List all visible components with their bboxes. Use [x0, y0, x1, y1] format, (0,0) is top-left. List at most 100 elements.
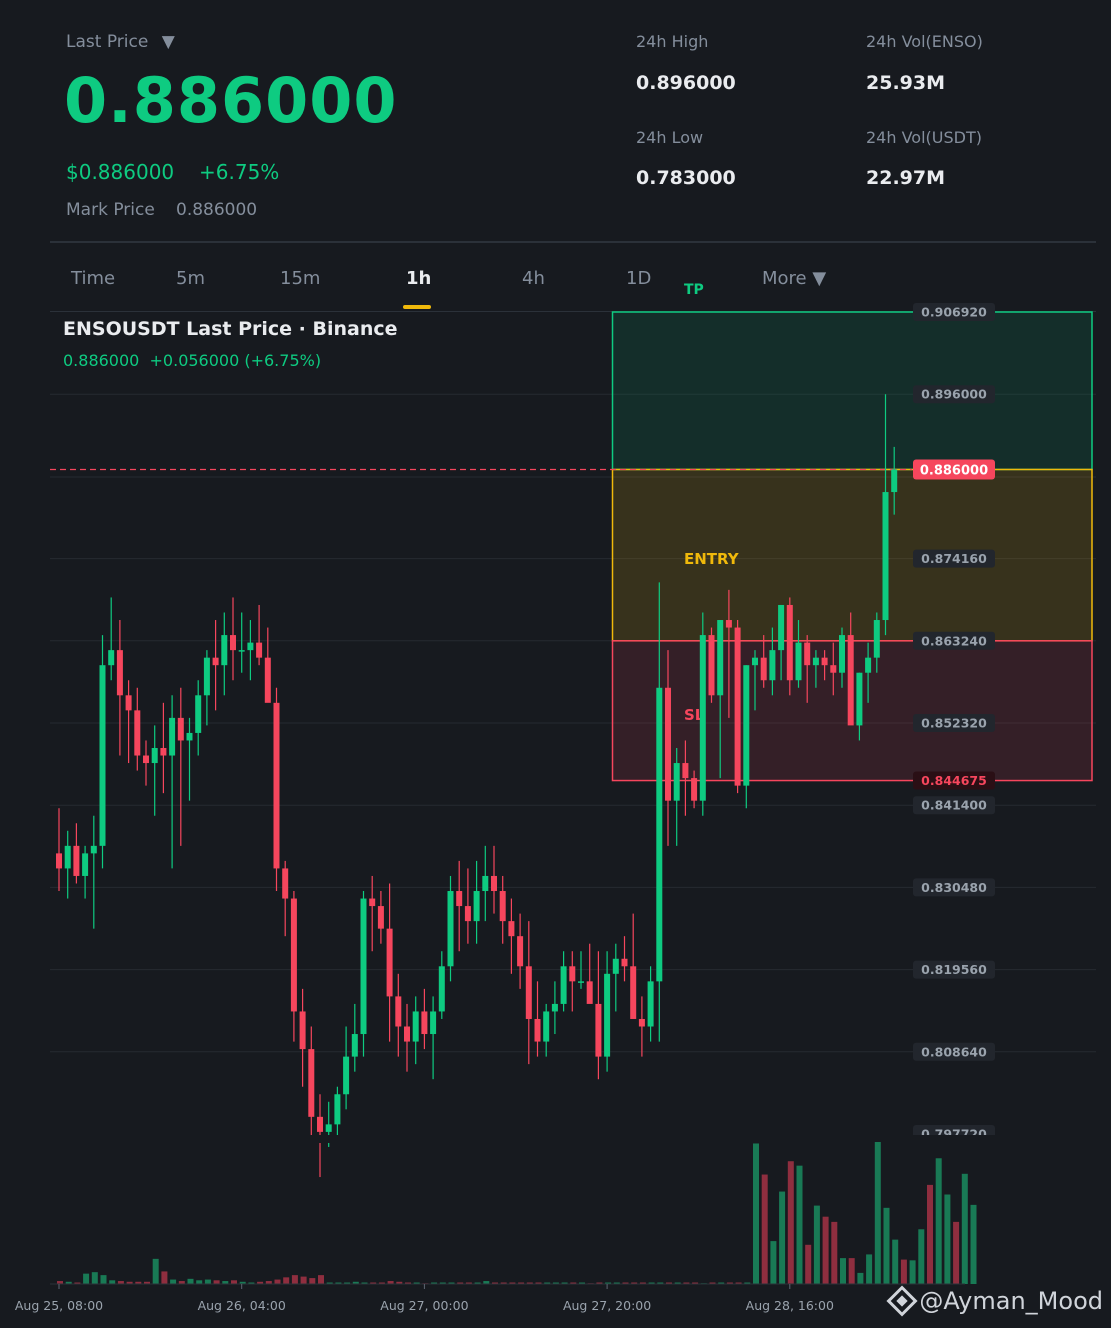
candle-body	[560, 966, 567, 1004]
candle-body	[499, 891, 506, 922]
volume-bar	[822, 1216, 829, 1284]
candle-body	[517, 936, 524, 967]
volume-bar	[100, 1275, 107, 1284]
candle-body	[882, 492, 889, 621]
candle-body	[325, 1124, 332, 1132]
candle-body	[447, 891, 454, 967]
volume-bar	[161, 1271, 168, 1284]
volume-bar	[796, 1165, 803, 1284]
candle-body	[578, 981, 584, 983]
watermark-text: @Ayman_Mood	[919, 1287, 1103, 1315]
candle-body	[604, 973, 611, 1057]
volume-bar	[805, 1244, 812, 1284]
candle-body	[839, 635, 845, 673]
y-axis-label: 0.874160	[921, 551, 987, 566]
x-axis-label: Aug 26, 04:00	[198, 1298, 286, 1313]
volume-bar	[274, 1279, 281, 1284]
candle-body	[891, 469, 898, 493]
volume-bar	[787, 1161, 794, 1284]
price-chart[interactable]: TPENTRYSL0.9069200.8960000.8741600.86324…	[0, 0, 1111, 1328]
candle-body	[760, 657, 767, 681]
candle-body	[708, 635, 715, 696]
candle-body	[82, 853, 89, 876]
volume-bar	[291, 1275, 298, 1284]
candle-body	[673, 763, 680, 801]
candle-body	[73, 845, 80, 876]
candle-body	[804, 642, 811, 666]
candle-body	[212, 657, 219, 666]
candle-body	[821, 657, 828, 666]
candle-body	[612, 958, 619, 974]
volume-bar	[152, 1258, 159, 1284]
candle-body	[873, 620, 880, 658]
volume-bar	[900, 1259, 907, 1284]
candle-body	[595, 1003, 602, 1057]
candle-body	[734, 627, 741, 786]
volume-bar	[909, 1260, 916, 1284]
candle-body	[169, 717, 176, 756]
candle-body	[847, 635, 854, 726]
candle-body	[177, 717, 184, 741]
volume-bar	[213, 1280, 220, 1284]
candle-body	[464, 906, 471, 922]
volume-bar	[857, 1272, 864, 1284]
candle-body	[665, 687, 671, 801]
candle-body	[238, 650, 245, 652]
sl-price-label: 0.844675	[921, 773, 987, 788]
candle-body	[377, 906, 384, 929]
volume-bar	[944, 1194, 951, 1284]
candle-body	[456, 891, 463, 907]
candle-body	[569, 966, 576, 982]
candle-body	[186, 732, 193, 741]
candle-body	[682, 763, 689, 779]
candle-body	[812, 657, 819, 666]
candle-body	[752, 657, 758, 666]
candle-body	[630, 966, 637, 1019]
x-axis-label: Aug 28, 16:00	[746, 1298, 834, 1313]
candle-body	[430, 1011, 437, 1035]
candle-body	[264, 657, 271, 703]
y-axis-label: 0.830480	[921, 880, 987, 895]
candle-body	[786, 604, 793, 681]
candle-body	[656, 687, 663, 982]
candle-body	[830, 665, 837, 673]
volume-bar	[196, 1280, 203, 1284]
volume-bar	[953, 1221, 960, 1284]
candle-body	[699, 635, 706, 801]
volume-bar	[91, 1272, 98, 1284]
candle-body	[638, 1018, 645, 1027]
candle-body	[717, 620, 724, 696]
candle-body	[404, 1026, 410, 1042]
candle-body	[856, 672, 863, 726]
candle-body	[395, 996, 402, 1027]
candle-body	[116, 650, 123, 696]
candle-body	[273, 702, 280, 869]
volume-bar	[761, 1174, 768, 1284]
volume-bar	[874, 1142, 881, 1284]
candle-body	[491, 875, 497, 892]
candle-body	[386, 928, 393, 997]
volume-bar	[753, 1143, 759, 1284]
volume-bar	[109, 1280, 116, 1284]
y-axis-label: 0.852320	[921, 716, 987, 731]
candle-body	[90, 845, 97, 854]
candle-body	[369, 898, 376, 907]
candle-body	[282, 868, 289, 899]
chart-subtitle: 0.886000 +0.056000 (+6.75%)	[63, 351, 322, 370]
candle-body	[621, 958, 628, 967]
candle-body	[290, 898, 297, 1012]
candle-body	[482, 875, 489, 892]
volume-bar	[927, 1184, 933, 1284]
zone-label-entry: ENTRY	[684, 550, 740, 568]
volume-bar	[813, 1205, 820, 1284]
y-axis-label: 0.819560	[921, 962, 987, 977]
candle-body	[795, 642, 802, 681]
x-axis-label: Aug 25, 08:00	[15, 1298, 103, 1313]
volume-bar	[961, 1173, 968, 1284]
candle-body	[256, 642, 263, 658]
x-axis-label: Aug 27, 00:00	[380, 1298, 468, 1313]
chart-title: ENSOUSDT Last Price · Binance	[63, 318, 398, 340]
volume-bar	[204, 1279, 211, 1284]
candle-body	[195, 695, 202, 733]
candle-body	[351, 1034, 358, 1057]
